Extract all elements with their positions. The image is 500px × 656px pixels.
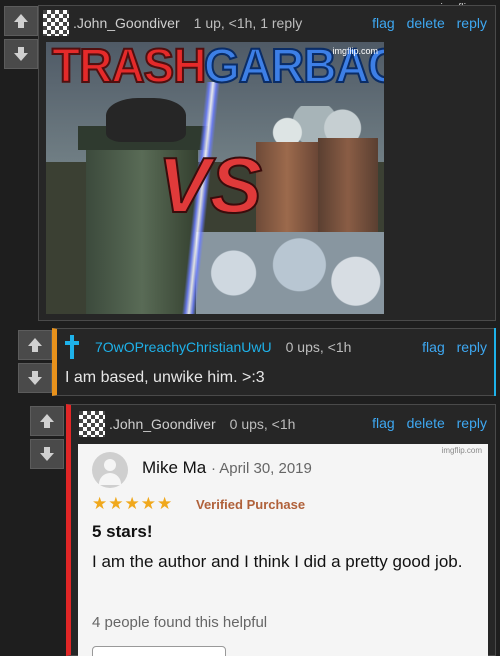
reviewer-avatar-icon [92,452,128,488]
upvote-button[interactable] [18,330,52,360]
down-arrow-icon [14,47,28,61]
meme-text-left: TRASH [51,42,207,93]
comment-meta: 1 up, <1h, 1 reply [193,15,303,31]
vote-column [4,6,40,72]
up-arrow-icon [14,14,28,28]
down-arrow-icon [28,371,42,385]
reply-link[interactable]: reply [457,339,487,355]
username[interactable]: 7OwOPreachyChristianUwU [95,339,272,355]
review-title: 5 stars! [92,522,153,541]
meme-text-vs: VS [157,140,263,230]
comment-2: 7OwOPreachyChristianUwU 0 ups, <1h flag … [52,328,496,396]
downvote-button[interactable] [18,363,52,393]
reply-link[interactable]: reply [457,415,487,431]
review-date: · April 30, 2019 [210,460,312,477]
up-arrow-icon [28,338,42,352]
flag-link[interactable]: flag [422,339,445,355]
username[interactable]: .John_Goondiver [109,416,216,432]
reviewer-line: Mike Ma · April 30, 2019 [142,458,312,478]
review-screenshot[interactable]: imgflip.com Mike Ma · April 30, 2019 ★★★… [78,444,488,656]
reply-link[interactable]: reply [457,15,487,31]
downvote-button[interactable] [4,39,38,69]
upvote-button[interactable] [30,406,64,436]
comment-header: .John_Goondiver 1 up, <1h, 1 reply [43,10,302,36]
downvote-button[interactable] [30,439,64,469]
star-rating-icon: ★★★★★ [92,494,174,513]
comment-body: I am based, unwike him. >:3 [65,369,265,386]
cross-icon [65,335,79,359]
checker-avatar-icon[interactable] [79,411,105,437]
delete-link[interactable]: delete [407,415,445,431]
comment-actions: flag reply [416,339,487,355]
checker-avatar-icon[interactable] [43,10,69,36]
helpful-count: 4 people found this helpful [92,614,268,631]
helpful-button [92,646,226,656]
verified-purchase-label: Verified Purchase [196,497,306,512]
vote-column [18,330,54,396]
comment-actions: flag delete reply [366,415,487,431]
up-arrow-icon [40,414,54,428]
vote-column [30,406,66,472]
flag-link[interactable]: flag [372,15,395,31]
garbage-pile [196,232,384,314]
down-arrow-icon [40,447,54,461]
review-watermark: imgflip.com [441,446,482,455]
comment-right-accent [494,328,496,396]
trash-bag [106,98,186,142]
comment-meta: 0 ups, <1h [285,339,352,355]
meme-image[interactable]: TRASH GARBAGE VS imgflip.com [46,42,384,314]
comment-meta: 0 ups, <1h [229,416,296,432]
meme-watermark: imgflip.com [332,46,378,56]
username[interactable]: .John_Goondiver [73,15,180,31]
comment-header: .John_Goondiver 0 ups, <1h [79,411,295,437]
comment-actions: flag delete reply [366,15,487,31]
delete-link[interactable]: delete [407,15,445,31]
reviewer-name: Mike Ma [142,458,207,477]
flag-link[interactable]: flag [372,415,395,431]
review-body: I am the author and I think I did a pret… [92,552,463,571]
comment-header: 7OwOPreachyChristianUwU 0 ups, <1h [65,335,351,359]
upvote-button[interactable] [4,6,38,36]
